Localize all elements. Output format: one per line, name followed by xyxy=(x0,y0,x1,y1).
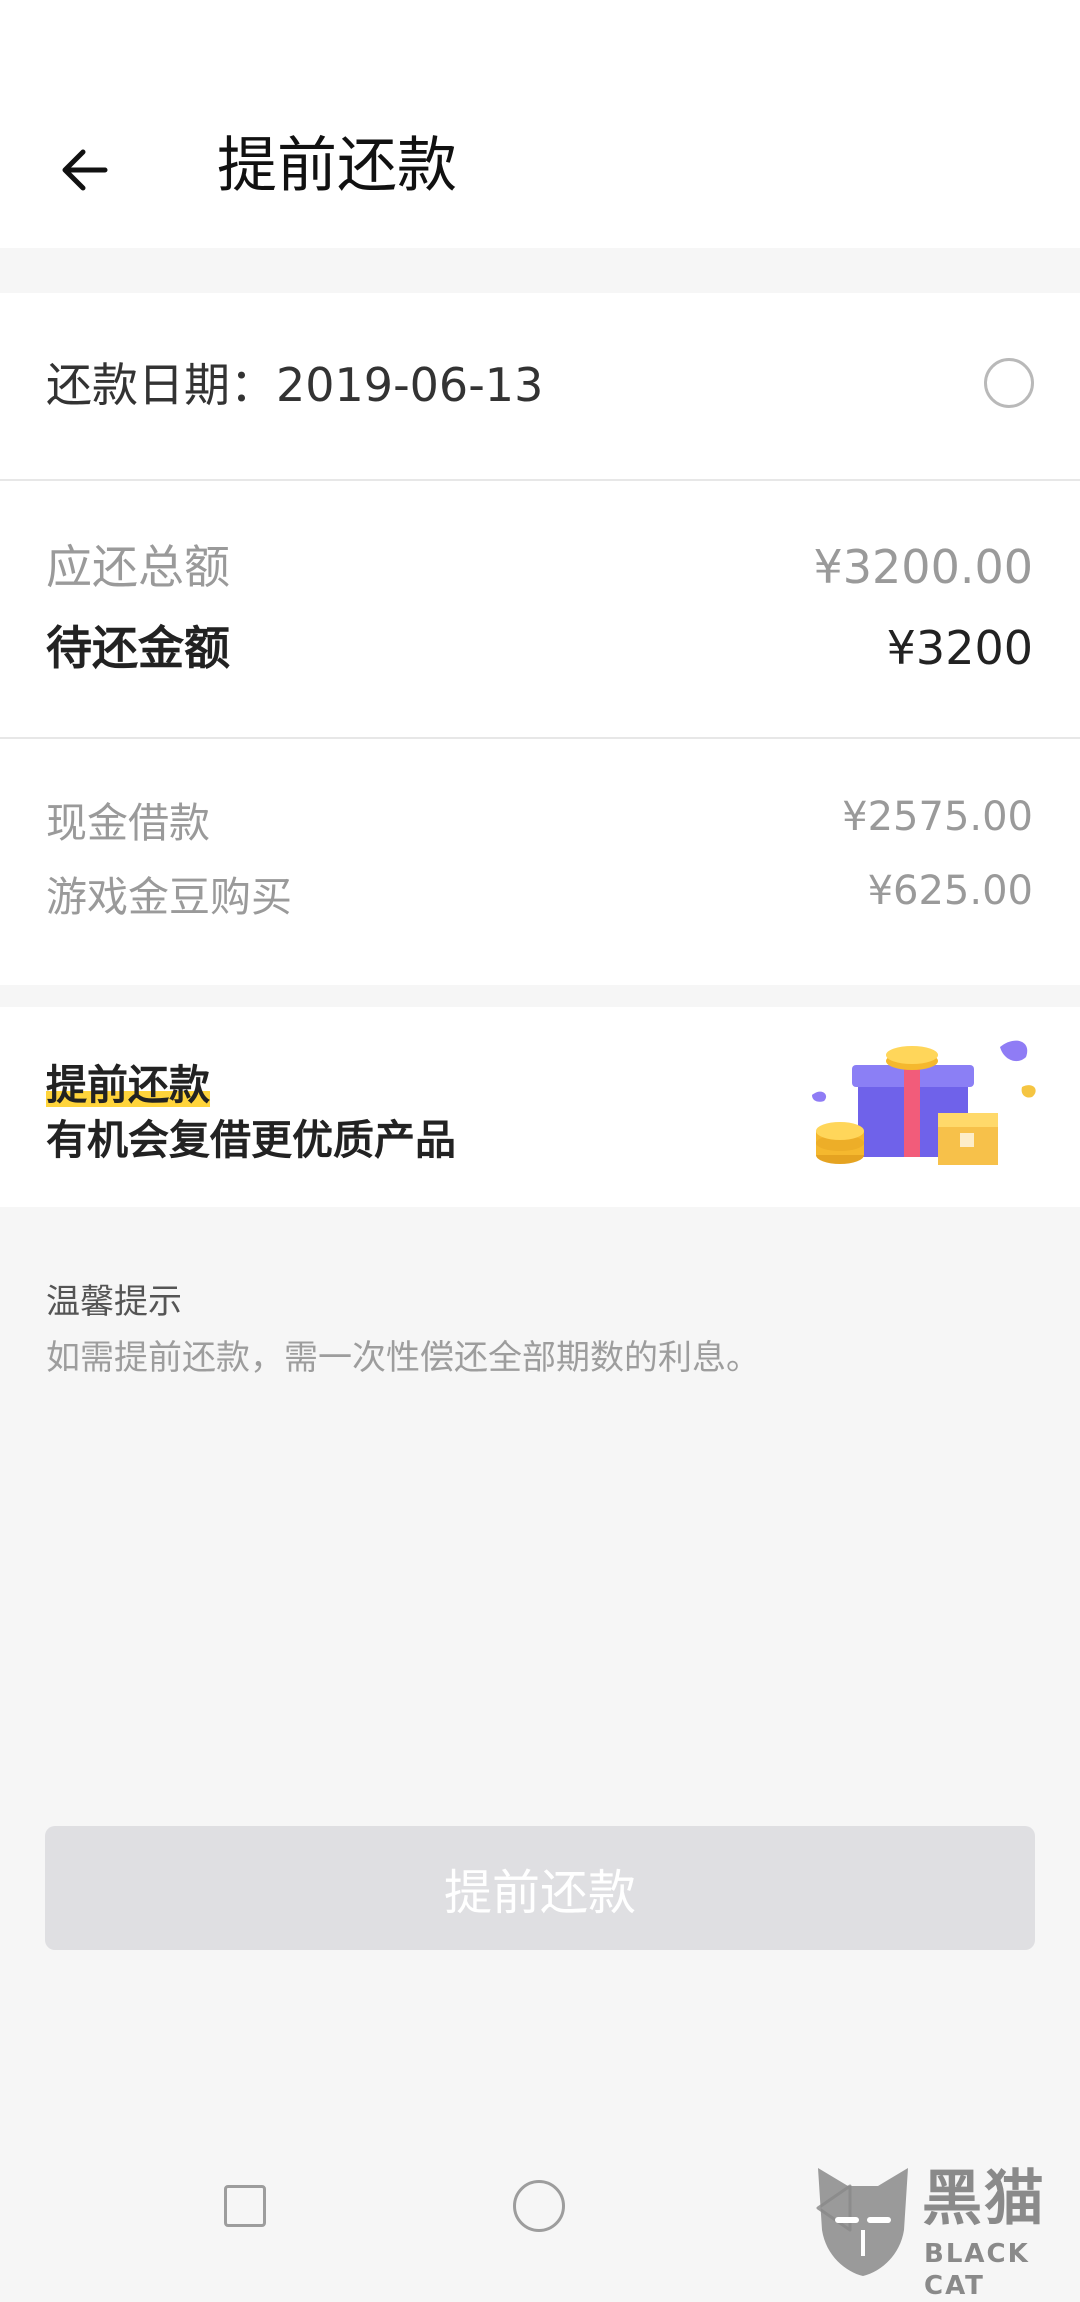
breakdown-list: 现金借款 ¥2575.00 游戏金豆购买 ¥625.00 xyxy=(0,739,1080,985)
arrow-left-icon xyxy=(62,149,108,191)
tips-section: 温馨提示 如需提前还款，需一次性偿还全部期数的利息。 xyxy=(46,1278,760,1382)
pending-amount-value: ¥3200 xyxy=(886,621,1033,675)
repay-date-label: 还款日期：2019-06-13 xyxy=(46,358,544,412)
total-due-value: ¥3200.00 xyxy=(813,540,1034,594)
list-item-label: 现金借款 xyxy=(46,799,210,847)
list-item-label: 游戏金豆购买 xyxy=(46,873,292,921)
totals-section: 应还总额 ¥3200.00 待还金额 ¥3200 xyxy=(0,481,1080,739)
page-title: 提前还款 xyxy=(217,131,457,201)
prepay-button[interactable]: 提前还款 xyxy=(45,1826,1035,1950)
status-bar xyxy=(0,0,1080,100)
watermark-subtext: BLACK CAT xyxy=(924,2239,1030,2301)
repay-date-radio[interactable] xyxy=(984,358,1034,408)
tips-title: 温馨提示 xyxy=(46,1282,182,1322)
repay-date-row[interactable]: 还款日期：2019-06-13 xyxy=(0,293,1080,481)
tips-text: 如需提前还款，需一次性偿还全部期数的利息。 xyxy=(46,1338,760,1378)
pending-amount-label: 待还金额 xyxy=(46,621,230,675)
cat-logo-icon xyxy=(818,2168,908,2276)
promo-subtitle: 有机会复借更优质产品 xyxy=(46,1116,456,1164)
app-header: 提前还款 xyxy=(0,100,1080,248)
gift-box-coins-icon xyxy=(812,1040,1036,1165)
back-button[interactable] xyxy=(45,130,125,210)
home-button[interactable] xyxy=(513,2180,565,2232)
recent-apps-button[interactable] xyxy=(224,2185,266,2227)
promo-title: 提前还款 xyxy=(46,1059,210,1111)
total-due-label: 应还总额 xyxy=(46,540,230,594)
watermark-text: 黑猫 xyxy=(922,2164,1046,2234)
list-item-value: ¥625.00 xyxy=(867,868,1033,914)
promo-banner[interactable]: 提前还款 有机会复借更优质产品 xyxy=(0,1007,1080,1207)
watermark: 黑猫 BLACK CAT xyxy=(800,2158,1080,2301)
list-item-value: ¥2575.00 xyxy=(842,794,1033,840)
